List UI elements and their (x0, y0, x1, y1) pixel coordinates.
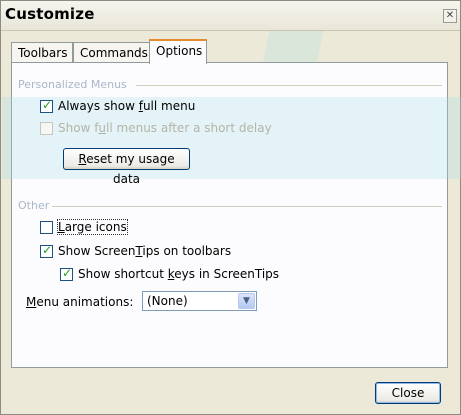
show-shortcut-keys-checkbox[interactable] (60, 266, 73, 281)
reset-usage-data-button[interactable]: Reset my usage data (63, 148, 190, 186)
options-panel: Personalized Menus Always show full menu… (2, 62, 461, 368)
group-divider (52, 206, 442, 207)
tab-options[interactable]: Options (149, 39, 207, 64)
title-bar[interactable]: Customize ✕ (1, 1, 460, 31)
chevron-down-icon[interactable]: ▼ (238, 293, 255, 309)
show-screentips-checkbox[interactable] (40, 243, 53, 258)
menu-animations-label: Menu animations: (26, 295, 134, 309)
group-divider (136, 85, 442, 86)
close-button[interactable]: Close (375, 382, 441, 404)
show-screentips-label: Show ScreenTips on toolbars (58, 244, 232, 258)
show-full-menus-after-delay-checkbox[interactable] (40, 121, 53, 135)
large-icons-checkbox[interactable] (40, 220, 53, 234)
show-shortcut-keys-option[interactable]: Show shortcut keys in ScreenTips (60, 266, 279, 282)
large-icons-option[interactable]: Large icons (40, 219, 128, 235)
tab-toolbars[interactable]: Toolbars (11, 42, 73, 63)
personalized-menus-group-label: Personalized Menus (18, 78, 127, 91)
menu-animations-select[interactable]: (None) ▼ (142, 291, 257, 311)
always-show-full-menu-label: Always show full menu (58, 99, 196, 113)
show-full-menus-after-delay-label: Show full menus after a short delay (58, 121, 272, 135)
customize-dialog: Customize ✕ Toolbars Commands Options Pe… (0, 0, 461, 415)
show-shortcut-keys-label: Show shortcut keys in ScreenTips (78, 267, 280, 281)
always-show-full-menu-checkbox[interactable] (40, 98, 53, 113)
show-full-menus-after-delay-option[interactable]: Show full menus after a short delay (40, 120, 272, 136)
menu-animations-value: (None) (147, 294, 188, 308)
large-icons-label: Large icons (57, 219, 128, 235)
dialog-title: Customize (5, 5, 95, 23)
tab-commands[interactable]: Commands (73, 42, 155, 63)
always-show-full-menu-option[interactable]: Always show full menu (40, 98, 195, 114)
close-icon[interactable]: ✕ (443, 9, 457, 23)
other-group-label: Other (18, 199, 50, 212)
show-screentips-option[interactable]: Show ScreenTips on toolbars (40, 243, 231, 259)
